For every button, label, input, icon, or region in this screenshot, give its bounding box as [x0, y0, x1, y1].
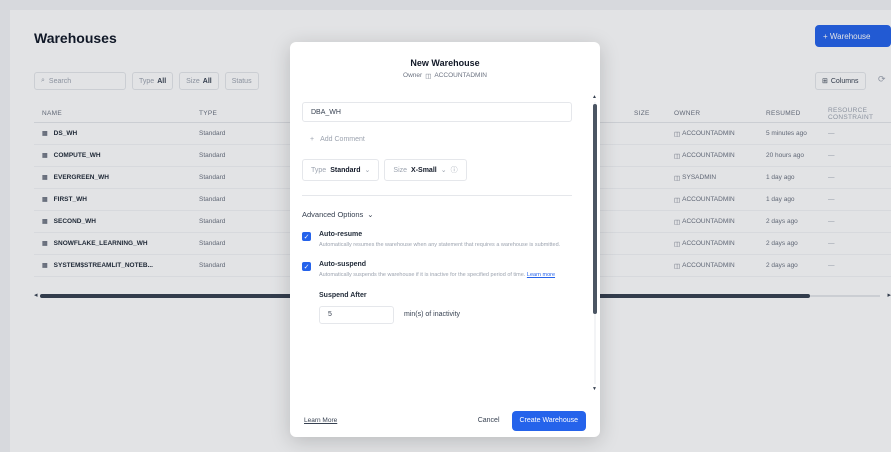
scroll-down-icon[interactable]: ▼ [592, 386, 597, 392]
auto-suspend-description: Automatically suspends the warehouse if … [319, 271, 564, 279]
chevron-down-icon: ⌄ [367, 210, 374, 219]
dialog-header: New Warehouse Owner ◫ ACCOUNTADMIN [290, 58, 600, 80]
footer-learn-more-link[interactable]: Learn More [304, 417, 337, 424]
auto-resume-description: Automatically resumes the warehouse when… [319, 242, 561, 248]
suspend-unit-label: min(s) of inactivity [404, 311, 461, 318]
new-warehouse-dialog: New Warehouse Owner ◫ ACCOUNTADMIN DBA_W… [290, 42, 600, 437]
auto-resume-label: Auto-resume [319, 231, 363, 238]
type-select[interactable]: Type Standard ⌄ [302, 159, 380, 181]
size-select-label: Size [393, 166, 408, 174]
create-warehouse-button[interactable]: Create Warehouse [511, 410, 586, 431]
auto-resume-option: ✓ Auto-resume Automatically resumes the … [302, 231, 584, 249]
plus-icon: + [310, 136, 315, 143]
auto-resume-checkbox[interactable]: ✓ [302, 232, 311, 241]
warehouse-name-input[interactable]: DBA_WH [302, 102, 572, 122]
auto-suspend-text: Automatically suspends the warehouse if … [319, 272, 526, 279]
auto-suspend-option: ✓ Auto-suspend Automatically suspends th… [302, 261, 584, 279]
suspend-after-row: 5 min(s) of inactivity [302, 305, 584, 324]
owner-value: ACCOUNTADMIN [434, 72, 487, 79]
suspend-after-input[interactable]: 5 [319, 305, 394, 324]
dialog-footer: Learn More Cancel Create Warehouse [290, 404, 600, 437]
add-comment-label: Add Comment [320, 136, 365, 143]
owner-role-icon: ◫ [425, 73, 432, 80]
auto-suspend-label: Auto-suspend [319, 261, 367, 269]
add-comment-button[interactable]: + Add Comment [302, 136, 584, 143]
size-select-value: X-Small [411, 166, 437, 174]
advanced-options-label: Advanced Options [302, 210, 364, 219]
warehouse-options: Type Standard ⌄ Size X-Small ⌄ ⓘ [302, 159, 584, 181]
chevron-down-icon: ⌄ [440, 167, 447, 174]
checkmark-icon: ✓ [303, 263, 310, 271]
scroll-up-icon[interactable]: ▲ [592, 94, 597, 100]
info-icon[interactable]: ⓘ [451, 165, 458, 175]
type-select-label: Type [311, 166, 327, 174]
learn-more-link[interactable]: Learn more [527, 272, 555, 278]
advanced-options-toggle[interactable]: Advanced Options ⌄ [302, 210, 584, 219]
dialog-title: New Warehouse [410, 58, 480, 68]
owner-prefix: Owner [403, 72, 423, 79]
dialog-owner: Owner ◫ ACCOUNTADMIN [290, 72, 600, 80]
cancel-button[interactable]: Cancel [470, 411, 508, 431]
checkmark-icon: ✓ [303, 233, 310, 241]
size-select[interactable]: Size X-Small ⌄ ⓘ [384, 159, 467, 181]
type-select-value: Standard [330, 166, 361, 174]
auto-suspend-checkbox[interactable]: ✓ [302, 262, 311, 272]
suspend-after-label: Suspend After [319, 291, 367, 299]
dialog-body: DBA_WH + Add Comment Type Standard ⌄ Siz… [302, 102, 584, 402]
chevron-down-icon: ⌄ [364, 167, 371, 174]
dialog-scrollbar-thumb[interactable] [593, 104, 597, 314]
divider [302, 195, 572, 196]
dialog-scrollbar[interactable]: ▲ ▼ [592, 94, 598, 394]
